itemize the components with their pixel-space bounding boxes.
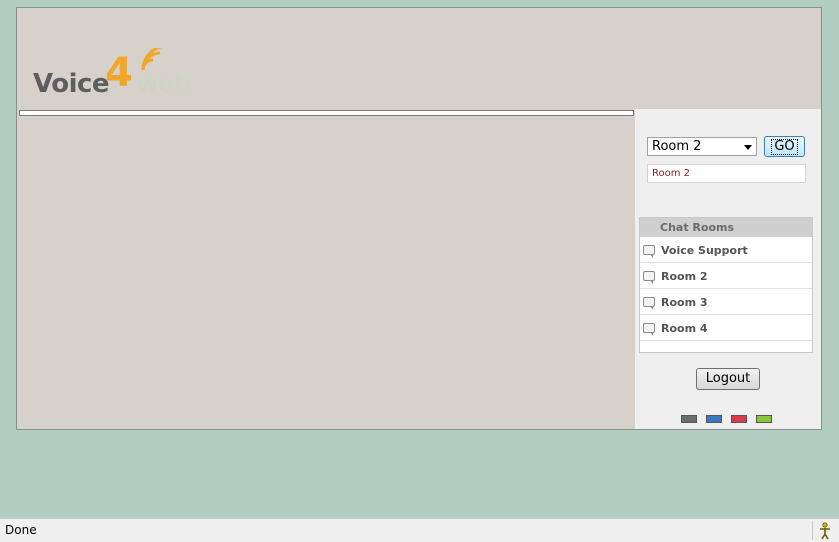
logout-button[interactable]: Logout (696, 368, 760, 390)
room-item-room-4[interactable]: Room 4 (640, 315, 812, 341)
theme-swatch-green[interactable] (756, 415, 772, 423)
browser-status-bar: Done (0, 518, 839, 542)
chat-rooms-panel: Chat Rooms Voice Support Room 2 Room 3 R… (639, 217, 813, 353)
header: Voice 4 web (17, 8, 821, 109)
room-item-label: Room 2 (661, 270, 708, 283)
main-content-area (17, 109, 635, 429)
status-divider (812, 521, 813, 540)
chat-bubble-icon (643, 245, 655, 258)
logo-web-text: web (137, 69, 191, 99)
chat-bubble-icon (643, 271, 655, 284)
accessibility-icon[interactable] (817, 522, 833, 540)
sidebar: Room 2 GO Room 2 Chat Rooms Voice Suppor… (635, 109, 821, 429)
app-frame: Voice 4 web Room 2 GO Room 2 Chat Rooms … (16, 7, 822, 430)
logo-four-text: 4 (105, 50, 133, 96)
room-item-voice-support[interactable]: Voice Support (640, 237, 812, 263)
logo-voice-text: Voice (33, 69, 110, 99)
chevron-down-icon (744, 145, 752, 150)
voice4web-logo: Voice 4 web (33, 48, 213, 106)
room-item-label: Room 4 (661, 322, 708, 335)
room-item-label: Room 3 (661, 296, 708, 309)
theme-swatch-blue[interactable] (706, 415, 722, 423)
chat-rooms-header: Chat Rooms (640, 218, 812, 237)
room-item-room-2[interactable]: Room 2 (640, 263, 812, 289)
room-select[interactable]: Room 2 (647, 137, 757, 156)
go-button[interactable]: GO (764, 136, 805, 157)
room-item-label: Voice Support (661, 244, 748, 257)
current-room-display: Room 2 (647, 164, 806, 183)
chat-bubble-icon (643, 323, 655, 336)
room-item-room-3[interactable]: Room 3 (640, 289, 812, 315)
status-text: Done (5, 523, 37, 537)
content-top-bar (19, 110, 634, 116)
theme-swatch-red[interactable] (731, 415, 747, 423)
theme-swatch-gray[interactable] (681, 415, 697, 423)
room-select-value: Room 2 (652, 139, 702, 154)
go-button-label: GO (771, 139, 798, 155)
chat-bubble-icon (643, 297, 655, 310)
